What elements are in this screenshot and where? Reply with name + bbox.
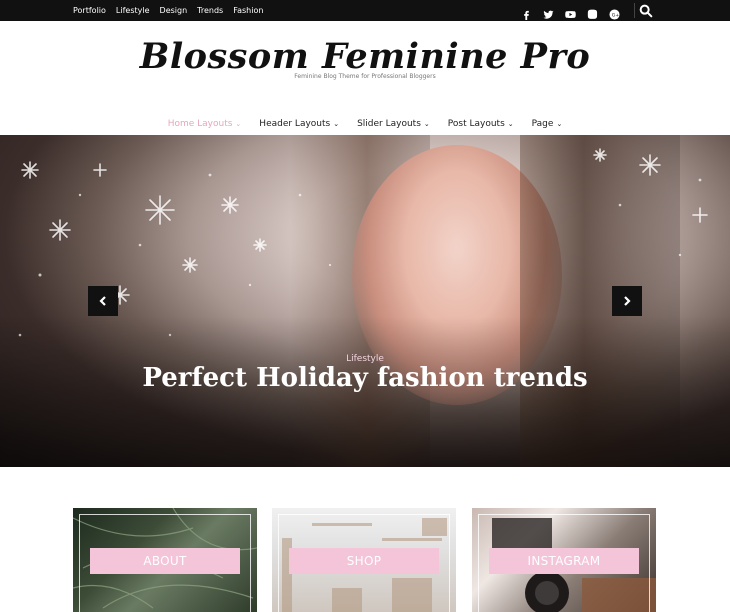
hero-slider: Lifestyle Perfect Holiday fashion trends xyxy=(0,135,730,467)
svg-text:G+: G+ xyxy=(612,12,620,18)
top-nav-trends[interactable]: Trends xyxy=(197,6,223,15)
search-button[interactable] xyxy=(638,3,654,19)
chevron-down-icon: ⌄ xyxy=(423,119,430,128)
social-links: G+ xyxy=(521,0,620,21)
chevron-down-icon: ⌄ xyxy=(235,119,242,128)
search-icon xyxy=(639,4,653,18)
chevron-down-icon: ⌄ xyxy=(556,119,563,128)
top-bar: Portfolio Lifestyle Design Trends Fashio… xyxy=(0,0,730,21)
shop-label: SHOP xyxy=(289,548,439,574)
top-nav-design[interactable]: Design xyxy=(160,6,188,15)
top-nav-lifestyle[interactable]: Lifestyle xyxy=(116,6,150,15)
site-title[interactable]: Blossom Feminine Pro xyxy=(0,36,730,77)
promo-cards: ABOUT SHOP INSTAGRAM xyxy=(73,508,658,612)
facebook-icon[interactable] xyxy=(521,5,532,20)
chevron-down-icon: ⌄ xyxy=(333,119,340,128)
about-label: ABOUT xyxy=(90,548,240,574)
site-branding: Blossom Feminine Pro Feminine Blog Theme… xyxy=(0,36,730,80)
chevron-down-icon: ⌄ xyxy=(507,119,514,128)
promo-card-instagram[interactable]: INSTAGRAM xyxy=(472,508,656,612)
top-navigation: Portfolio Lifestyle Design Trends Fashio… xyxy=(73,0,263,21)
top-nav-portfolio[interactable]: Portfolio xyxy=(73,6,106,15)
nav-slider-layouts[interactable]: Slider Layouts ⌄ xyxy=(357,119,430,129)
nav-header-layouts[interactable]: Header Layouts ⌄ xyxy=(259,119,339,129)
youtube-icon[interactable] xyxy=(565,5,576,18)
hero-title[interactable]: Perfect Holiday fashion trends xyxy=(0,363,730,393)
nav-post-layouts[interactable]: Post Layouts ⌄ xyxy=(448,119,514,129)
nav-home-layouts[interactable]: Home Layouts ⌄ xyxy=(168,119,242,129)
instagram-label: INSTAGRAM xyxy=(489,548,639,574)
google-plus-icon[interactable]: G+ xyxy=(609,5,620,20)
nav-label: Post Layouts xyxy=(447,119,505,129)
chevron-left-icon xyxy=(99,296,106,306)
slider-prev-button[interactable] xyxy=(88,286,118,316)
nav-page[interactable]: Page ⌄ xyxy=(532,119,563,129)
site-tagline: Feminine Blog Theme for Professional Blo… xyxy=(294,73,436,80)
nav-label: Slider Layouts xyxy=(357,119,421,129)
search-divider xyxy=(634,3,635,18)
promo-card-about[interactable]: ABOUT xyxy=(73,508,257,612)
main-navigation: Home Layouts ⌄ Header Layouts ⌄ Slider L… xyxy=(0,114,730,134)
top-nav-fashion[interactable]: Fashion xyxy=(233,6,263,15)
chevron-right-icon xyxy=(624,296,631,306)
nav-label: Home Layouts xyxy=(167,119,233,129)
promo-card-shop[interactable]: SHOP xyxy=(272,508,456,612)
instagram-icon[interactable] xyxy=(587,5,598,19)
twitter-icon[interactable] xyxy=(543,5,554,19)
slider-next-button[interactable] xyxy=(612,286,642,316)
nav-label: Header Layouts xyxy=(259,119,331,129)
nav-label: Page xyxy=(531,119,554,129)
